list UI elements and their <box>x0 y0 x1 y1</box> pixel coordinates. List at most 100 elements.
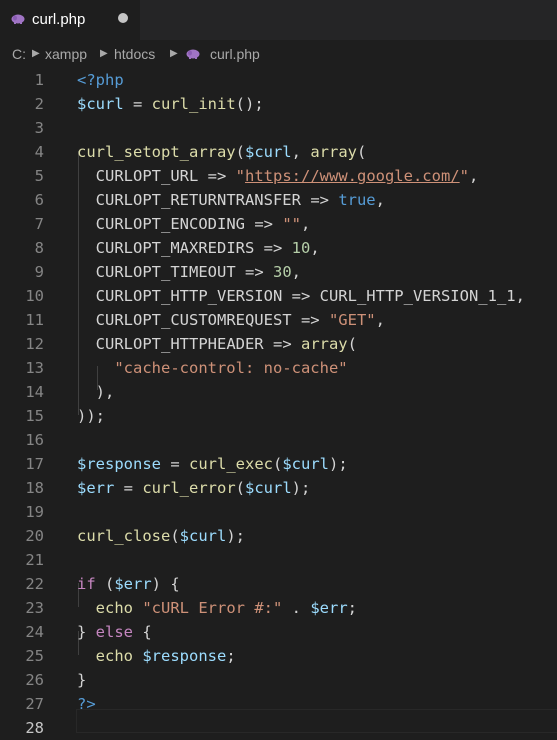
code-line[interactable]: 19 <box>0 500 557 524</box>
code-token: => <box>282 287 320 305</box>
code-line[interactable]: 26} <box>0 668 557 692</box>
code-token: $response <box>77 455 161 473</box>
code-token: curl_exec <box>189 455 273 473</box>
code-line[interactable]: 9 CURLOPT_TIMEOUT => 30, <box>0 260 557 284</box>
code-token: ( <box>95 575 115 593</box>
chevron-right-icon: ▶ <box>100 48 108 59</box>
code-text: $response = curl_exec($curl); <box>77 452 348 476</box>
code-line[interactable]: 20 curl_close($curl); <box>0 524 557 548</box>
code-token: = <box>161 455 189 473</box>
code-token: ; <box>226 647 236 665</box>
code-token: $curl <box>179 527 227 545</box>
breadcrumb-item-htdocs[interactable]: htdocs <box>114 46 155 62</box>
code-text: if ($err) { <box>77 572 180 596</box>
code-token: = <box>123 95 152 113</box>
code-token: array <box>310 143 357 161</box>
code-token: ) { <box>151 575 180 593</box>
chevron-right-icon: ▶ <box>170 48 178 59</box>
code-line[interactable]: 17 $response = curl_exec($curl); <box>0 452 557 476</box>
code-text: echo "cURL Error #:" . $err; <box>77 596 357 620</box>
code-token: => <box>198 167 236 185</box>
line-number: 7 <box>34 215 44 233</box>
code-line[interactable]: 2 $curl = curl_init(); <box>0 92 557 116</box>
code-line[interactable]: 8 CURLOPT_MAXREDIRS => 10, <box>0 236 557 260</box>
line-number: 4 <box>34 143 44 161</box>
code-line[interactable]: 6 CURLOPT_RETURNTRANSFER => true, <box>0 188 557 212</box>
code-token: ( <box>235 479 245 497</box>
code-editor[interactable]: 1 <?php 2 $curl = curl_init(); 3 4 curl_setopt… <box>0 68 557 740</box>
line-number: 27 <box>25 695 44 713</box>
code-line[interactable]: 5 CURLOPT_URL => "https://www.google.com… <box>0 164 557 188</box>
code-token: ( <box>235 143 245 161</box>
line-number: 26 <box>25 671 44 689</box>
code-token: $curl <box>282 455 330 473</box>
code-text: $err = curl_error($curl); <box>77 476 310 500</box>
code-line[interactable]: 24} else { <box>0 620 557 644</box>
code-token: , <box>291 143 311 161</box>
code-token: $err <box>114 575 152 593</box>
php-elephant-icon <box>11 14 25 24</box>
code-token: { <box>133 623 152 641</box>
code-line[interactable]: 4 curl_setopt_array($curl, array( <box>0 140 557 164</box>
code-text: } else { <box>77 620 152 644</box>
code-line[interactable]: 25 echo $response; <box>0 644 557 668</box>
code-token: , <box>310 239 320 257</box>
line-number: 25 <box>25 647 44 665</box>
code-token: 10 <box>291 239 311 257</box>
line-number: 22 <box>25 575 44 593</box>
code-line[interactable]: 23 echo "cURL Error #:" . $err; <box>0 596 557 620</box>
unsaved-changes-dot-icon[interactable] <box>118 13 128 23</box>
code-token: $curl <box>244 143 292 161</box>
code-line[interactable]: 10 CURLOPT_HTTP_VERSION => CURL_HTTP_VER… <box>0 284 557 308</box>
tab-bar: curl.php <box>0 0 557 40</box>
code-token: , <box>468 167 479 185</box>
breadcrumb-item-xampp[interactable]: xampp <box>45 46 87 62</box>
code-text: $curl = curl_init(); <box>77 92 264 116</box>
code-token: if <box>77 575 96 593</box>
code-line[interactable]: 7 CURLOPT_ENCODING => "", <box>0 212 557 236</box>
code-token: ); <box>291 479 311 497</box>
breadcrumb-item-file[interactable]: curl.php <box>210 46 260 62</box>
code-text: )); <box>77 404 105 428</box>
chevron-right-icon: ▶ <box>32 48 40 59</box>
code-line[interactable]: 18 $err = curl_error($curl); <box>0 476 557 500</box>
tab-label: curl.php <box>32 11 86 28</box>
code-line[interactable]: 14 ), <box>0 380 557 404</box>
code-token: . <box>282 599 311 617</box>
code-line[interactable]: 16 <box>0 428 557 452</box>
breadcrumb-item-drive[interactable]: C: <box>12 46 26 62</box>
code-line[interactable]: 22 if ($err) { <box>0 572 557 596</box>
code-text: CURLOPT_CUSTOMREQUEST => "GET", <box>77 308 385 332</box>
code-line[interactable]: 1 <?php <box>0 68 557 92</box>
line-number: 21 <box>25 551 44 569</box>
code-line[interactable]: 13 "cache-control: no-cache" <box>0 356 557 380</box>
code-token: else <box>95 623 133 641</box>
tab-curl-php[interactable]: curl.php <box>0 0 140 40</box>
code-token: "cURL Error #:" <box>142 599 283 617</box>
code-line[interactable]: 15)); <box>0 404 557 428</box>
code-token: CURLOPT_URL <box>95 167 199 185</box>
code-token: => <box>263 335 301 353</box>
code-token: CURLOPT_TIMEOUT <box>95 263 236 281</box>
code-token: CURLOPT_MAXREDIRS <box>95 239 255 257</box>
code-token: "" <box>282 215 301 233</box>
code-line[interactable]: 28 <box>0 716 557 740</box>
code-token: , <box>291 263 301 281</box>
code-line[interactable]: 21 <box>0 548 557 572</box>
code-line[interactable]: 3 <box>0 116 557 140</box>
code-token: ?> <box>77 695 96 713</box>
code-line[interactable]: 11 CURLOPT_CUSTOMREQUEST => "GET", <box>0 308 557 332</box>
code-line[interactable]: 27 ?> <box>0 692 557 716</box>
code-token: curl_close <box>77 527 171 545</box>
code-token: 30 <box>272 263 292 281</box>
line-number: 10 <box>25 287 44 305</box>
code-line[interactable]: 12 CURLOPT_HTTPHEADER => array( <box>0 332 557 356</box>
